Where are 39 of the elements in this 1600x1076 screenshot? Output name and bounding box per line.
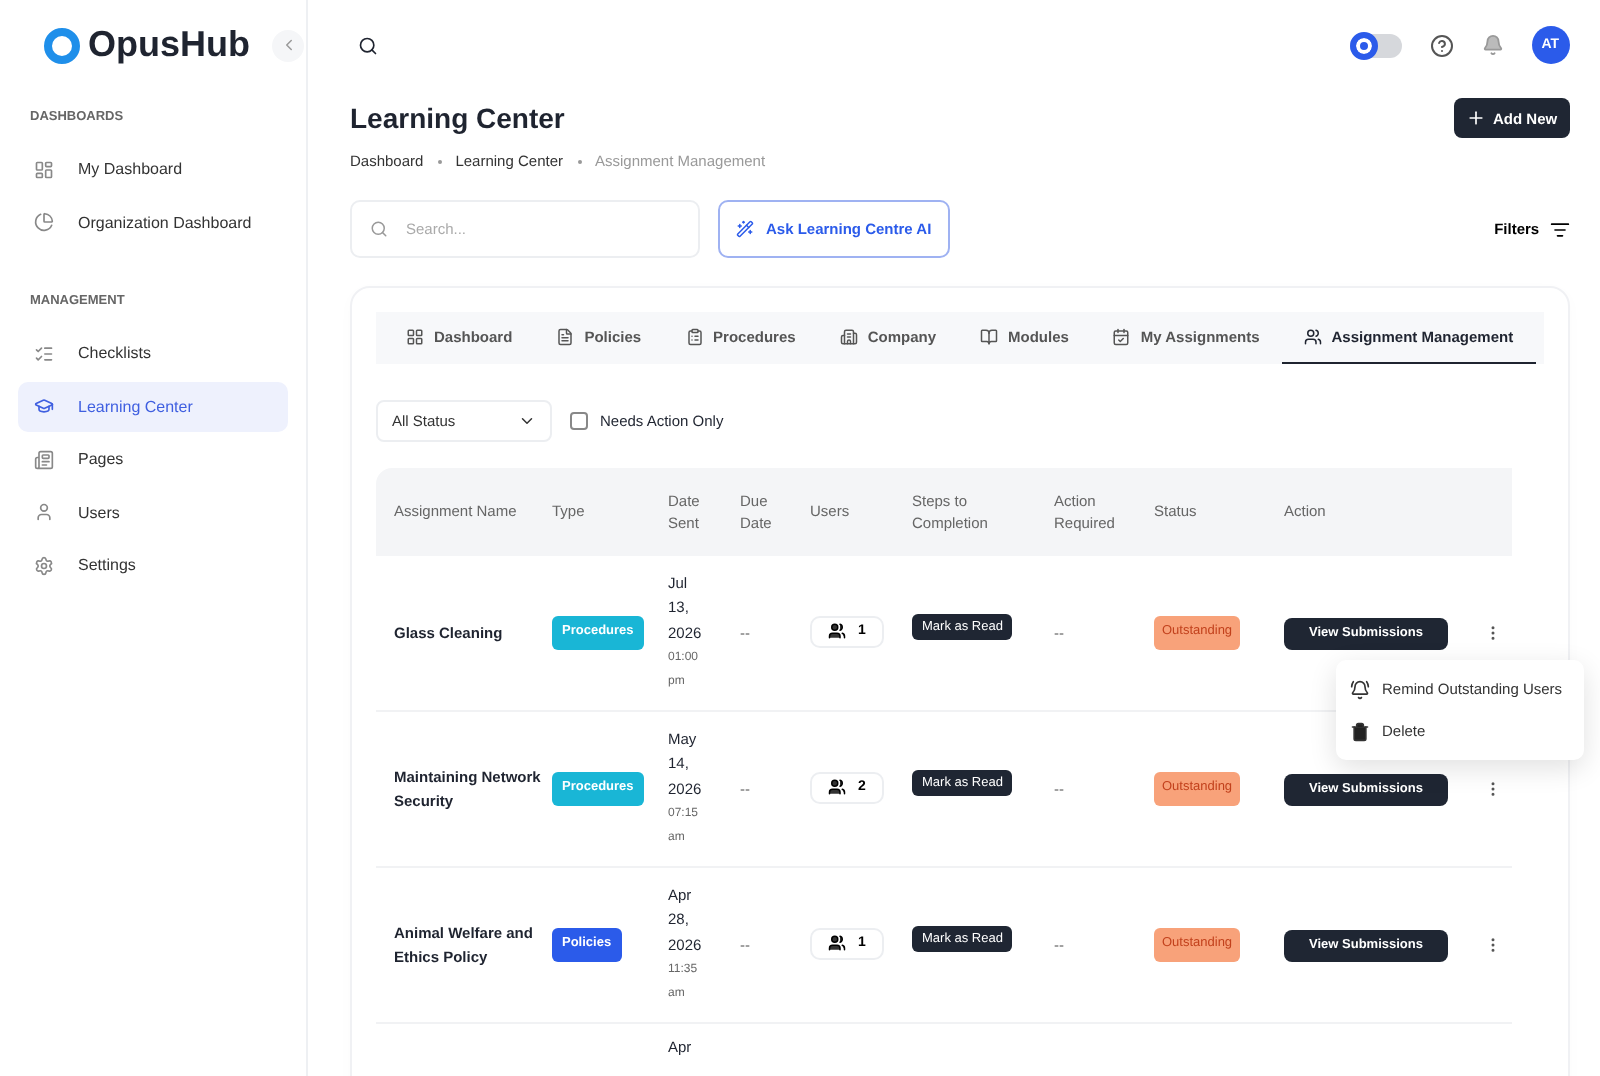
filter-icon: [1549, 219, 1570, 239]
logo-ring-icon: [44, 27, 80, 63]
theme-toggle[interactable]: [1349, 33, 1402, 57]
tab-icon: [839, 328, 858, 346]
sidebar-item-icon: [34, 159, 54, 179]
users-icon: [828, 778, 846, 796]
brand-name: OpusHub: [88, 24, 250, 66]
tab-icon: [685, 328, 704, 346]
tab-icon: [1303, 328, 1322, 346]
sidebar-item[interactable]: Checklists: [18, 328, 288, 378]
bell-icon: [1481, 34, 1504, 56]
sidebar-item[interactable]: Learning Center: [18, 381, 288, 431]
tab-icon: [406, 328, 424, 346]
magic-wand-icon: [736, 220, 754, 238]
sidebar-item[interactable]: Users: [18, 487, 288, 537]
users-icon: [828, 622, 846, 640]
tab-icon: [980, 328, 998, 346]
sidebar-item-icon: [34, 555, 54, 575]
page-title: Learning Center: [350, 102, 567, 134]
sidebar-item-icon: [34, 212, 54, 232]
sidebar-item[interactable]: My Dashboard: [18, 144, 288, 194]
plus-icon: [1465, 108, 1486, 128]
sidebar-item-icon: [34, 343, 54, 363]
help-icon: [1429, 33, 1454, 57]
sidebar-item-icon: [34, 449, 54, 469]
sidebar-item[interactable]: Organization Dashboard: [18, 197, 288, 247]
sidebar-item[interactable]: Pages: [18, 434, 288, 484]
sidebar-item[interactable]: Settings: [18, 540, 288, 590]
trash-icon: [1350, 721, 1370, 741]
search-icon: [370, 220, 388, 238]
tab-icon: [556, 328, 575, 346]
sidebar-item-icon: [34, 396, 54, 416]
search-icon: [358, 35, 378, 55]
bell-icon: [1350, 679, 1370, 699]
chevron-down-icon: [518, 412, 536, 430]
users-icon: [828, 934, 846, 952]
sidebar-item-icon: [34, 502, 54, 522]
checkbox[interactable]: [570, 412, 588, 430]
tab-icon: [1112, 328, 1131, 346]
